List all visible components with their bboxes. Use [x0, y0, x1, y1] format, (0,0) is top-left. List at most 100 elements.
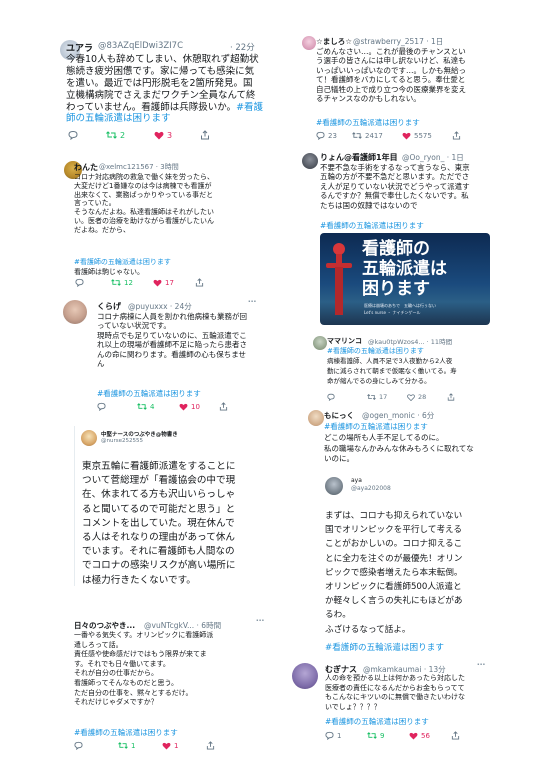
avatar[interactable]	[308, 410, 324, 426]
reply-button[interactable]	[97, 402, 137, 411]
tweet-card[interactable]: もにっく @ogen_monic · 6分 #看護師の五輪派遣は困ります どこの…	[306, 407, 492, 657]
user-name[interactable]: もにっく	[324, 410, 354, 421]
tweet-card[interactable]: ママリンコ @kau0tpWzos4... · 11時間 #看護師の五輪派遣は困…	[313, 333, 490, 407]
retweet-button[interactable]: 2	[106, 130, 154, 140]
retweet-button[interactable]: 2417	[352, 131, 402, 140]
tweet-image[interactable]: 看護師の 五輪派遣は 困ります 医療は崩壊のあちで 五輪へは行ぅない Let's…	[320, 233, 490, 325]
more-options-icon[interactable]: ⋯	[477, 660, 486, 669]
like-button[interactable]: 56	[409, 732, 451, 740]
heart-icon	[154, 131, 164, 139]
share-button[interactable]	[206, 741, 215, 750]
tweet-text: 今春10人も辞めてしまい、休憩取れず超勤状 態続き疲労困憊です。家に帰っても感染…	[66, 54, 264, 125]
user-handle[interactable]: @strawberry_2517 · 1日	[353, 36, 443, 47]
hashtag-link[interactable]: #看護師の五輪派遣は困ります	[316, 117, 420, 128]
share-button[interactable]	[451, 731, 460, 740]
share-icon	[206, 741, 215, 750]
user-name[interactable]: くらげ	[97, 301, 121, 312]
avatar[interactable]	[325, 477, 343, 495]
like-button[interactable]: 17	[153, 279, 195, 287]
hashtag-link[interactable]: #看護	[236, 102, 263, 113]
hashtag-link[interactable]: #看護師の五輪派遣は困ります	[325, 641, 444, 653]
avatar[interactable]	[292, 663, 318, 689]
retweet-button[interactable]: 4	[137, 402, 179, 411]
tweet-actions: 23 2417 5575	[316, 131, 488, 140]
tweet-card[interactable]: 中堅ナースのつぶやき@物書き @nurse252555 東京五輪に看護師派遣をす…	[74, 426, 241, 586]
share-icon	[452, 131, 461, 140]
retweet-button[interactable]: 9	[367, 731, 409, 740]
hashtag-link[interactable]: #看護師の五輪派遣は困ります	[324, 421, 428, 432]
tweet-card[interactable]: 日々のつぶやき... @vuNTcgkV... · 6時間 ⋯ 一番やる気失くす…	[62, 617, 270, 755]
tweet-card[interactable]: くらげ @puyuxxx · 24分 ⋯ コロナ病棟に人員を割かれ他病棟も業務が…	[60, 296, 265, 414]
hashtag-link[interactable]: 師の五輪派遣は困ります	[66, 113, 264, 125]
tweet-text: 不要不急な手術をするなって言うなら、東京 五輪の方が不要不急だと思います。ただで…	[320, 163, 470, 210]
heart-icon	[402, 132, 411, 140]
share-button[interactable]	[219, 402, 228, 411]
more-options-icon[interactable]: ⋯	[256, 617, 265, 625]
user-name[interactable]: ☆ましろ☆	[316, 36, 352, 47]
reply-button[interactable]	[74, 741, 118, 750]
user-name[interactable]: ユアラ	[66, 41, 93, 54]
avatar[interactable]	[63, 300, 87, 324]
reply-button[interactable]	[75, 278, 111, 287]
user-name[interactable]: 中堅ナースのつぶやき@物書き	[101, 430, 178, 438]
retweet-button[interactable]: 12	[111, 278, 153, 287]
share-button[interactable]	[200, 130, 210, 140]
reply-icon	[327, 393, 335, 401]
retweet-icon	[118, 742, 128, 749]
retweet-icon	[367, 394, 376, 400]
like-button[interactable]: 1	[162, 742, 206, 750]
user-handle[interactable]: @puyuxxx · 24分	[128, 301, 192, 312]
banner-credit: Let's nurse ・ ナイチンゲール	[364, 310, 421, 315]
tweet-text: コロナ病棟に人員を割かれ他病棟も業務が回 っていない状況です。 現時点でも足りて…	[97, 312, 247, 368]
avatar[interactable]	[302, 36, 316, 50]
hashtag-link[interactable]: #看護師の五輪派遣は困ります	[327, 346, 424, 356]
user-handle[interactable]: @83AZqElDwi3ZI7C	[98, 41, 228, 51]
like-button[interactable]: 28	[407, 393, 447, 401]
share-icon	[219, 402, 228, 411]
user-handle[interactable]: @xelmc121567 · 3時間	[99, 162, 179, 172]
retweet-button[interactable]: 1	[118, 741, 162, 750]
avatar[interactable]	[81, 430, 97, 446]
hashtag-link[interactable]: #看護師の五輪派遣は困ります	[320, 220, 424, 231]
like-button[interactable]: 10	[179, 403, 219, 411]
banner-headline: 看護師の 五輪派遣は 困ります	[362, 239, 447, 299]
like-button[interactable]: 3	[154, 131, 200, 140]
user-handle[interactable]: @nurse252555	[101, 438, 143, 444]
like-button[interactable]: 5575	[402, 132, 452, 140]
user-name[interactable]: aya	[351, 477, 362, 484]
tweet-card[interactable]: ユアラ @83AZqElDwi3ZI7C · 22分 今春10人も辞めてしまい、…	[58, 36, 264, 144]
reply-button[interactable]	[327, 393, 367, 401]
tweet-card[interactable]: りょん@看護師1年目 @Oo_ryon_ · 1日 不要不急な手術をするなって言…	[298, 149, 492, 331]
user-name[interactable]: りょん@看護師1年目	[320, 152, 398, 163]
hashtag-link[interactable]: #看護師の五輪派遣は困ります	[74, 727, 178, 738]
avatar[interactable]	[313, 336, 327, 350]
reply-button[interactable]: 1	[325, 731, 367, 740]
more-options-icon[interactable]: ⋯	[248, 297, 257, 306]
share-icon	[195, 278, 204, 287]
reply-icon	[68, 130, 78, 140]
tweet-text: 東京五輪に看護師派遣をすることに ついて菅総理が「看護協会の中で現 在、休まれて…	[82, 461, 236, 586]
tweet-card[interactable]: むぎナス @mkamkaumai · 13分 ⋯ 人の命を預かる以上は何かあった…	[289, 660, 492, 744]
share-button[interactable]	[195, 278, 204, 287]
tweet-text: コロナ対応病院の救急で働く妹を労ったら、 大変だけど1番嫌なのは今は病棟でも看護…	[74, 173, 214, 234]
user-name[interactable]: ママリンコ	[327, 336, 362, 346]
user-handle[interactable]: @aya202008	[351, 485, 391, 492]
hashtag-link[interactable]: #看護師の五輪派遣は困ります	[325, 716, 429, 727]
tweet-card[interactable]: ☆ましろ☆ @strawberry_2517 · 1日 ごめんなさい…。これが最…	[283, 31, 489, 145]
user-name[interactable]: 日々のつぶやき...	[74, 620, 135, 631]
avatar[interactable]	[302, 153, 318, 169]
user-handle[interactable]: @ogen_monic · 6分	[362, 410, 434, 421]
user-handle[interactable]: @Oo_ryon_ · 1日	[402, 152, 464, 163]
quoted-tweet[interactable]: aya @aya202008 まずは、コロナも抑えられていない 国でオリンピック…	[324, 475, 492, 655]
share-button[interactable]	[447, 393, 455, 401]
hashtag-link[interactable]: #看護師の五輪派遣は困ります	[74, 257, 171, 267]
user-handle[interactable]: @kau0tpWzos4... · 11時間	[368, 336, 452, 346]
user-name[interactable]: わんた	[74, 162, 98, 173]
retweet-button[interactable]: 17	[367, 393, 407, 401]
share-button[interactable]	[452, 131, 461, 140]
user-handle[interactable]: @vuNTcgkV... · 6時間	[144, 620, 221, 631]
reply-button[interactable]	[68, 130, 106, 140]
hashtag-link[interactable]: #看護師の五輪派遣は困ります	[97, 388, 201, 399]
tweet-card[interactable]: わんた @xelmc121567 · 3時間 コロナ対応病院の救急で働く妹を労っ…	[63, 158, 265, 288]
reply-button[interactable]: 23	[316, 131, 352, 140]
